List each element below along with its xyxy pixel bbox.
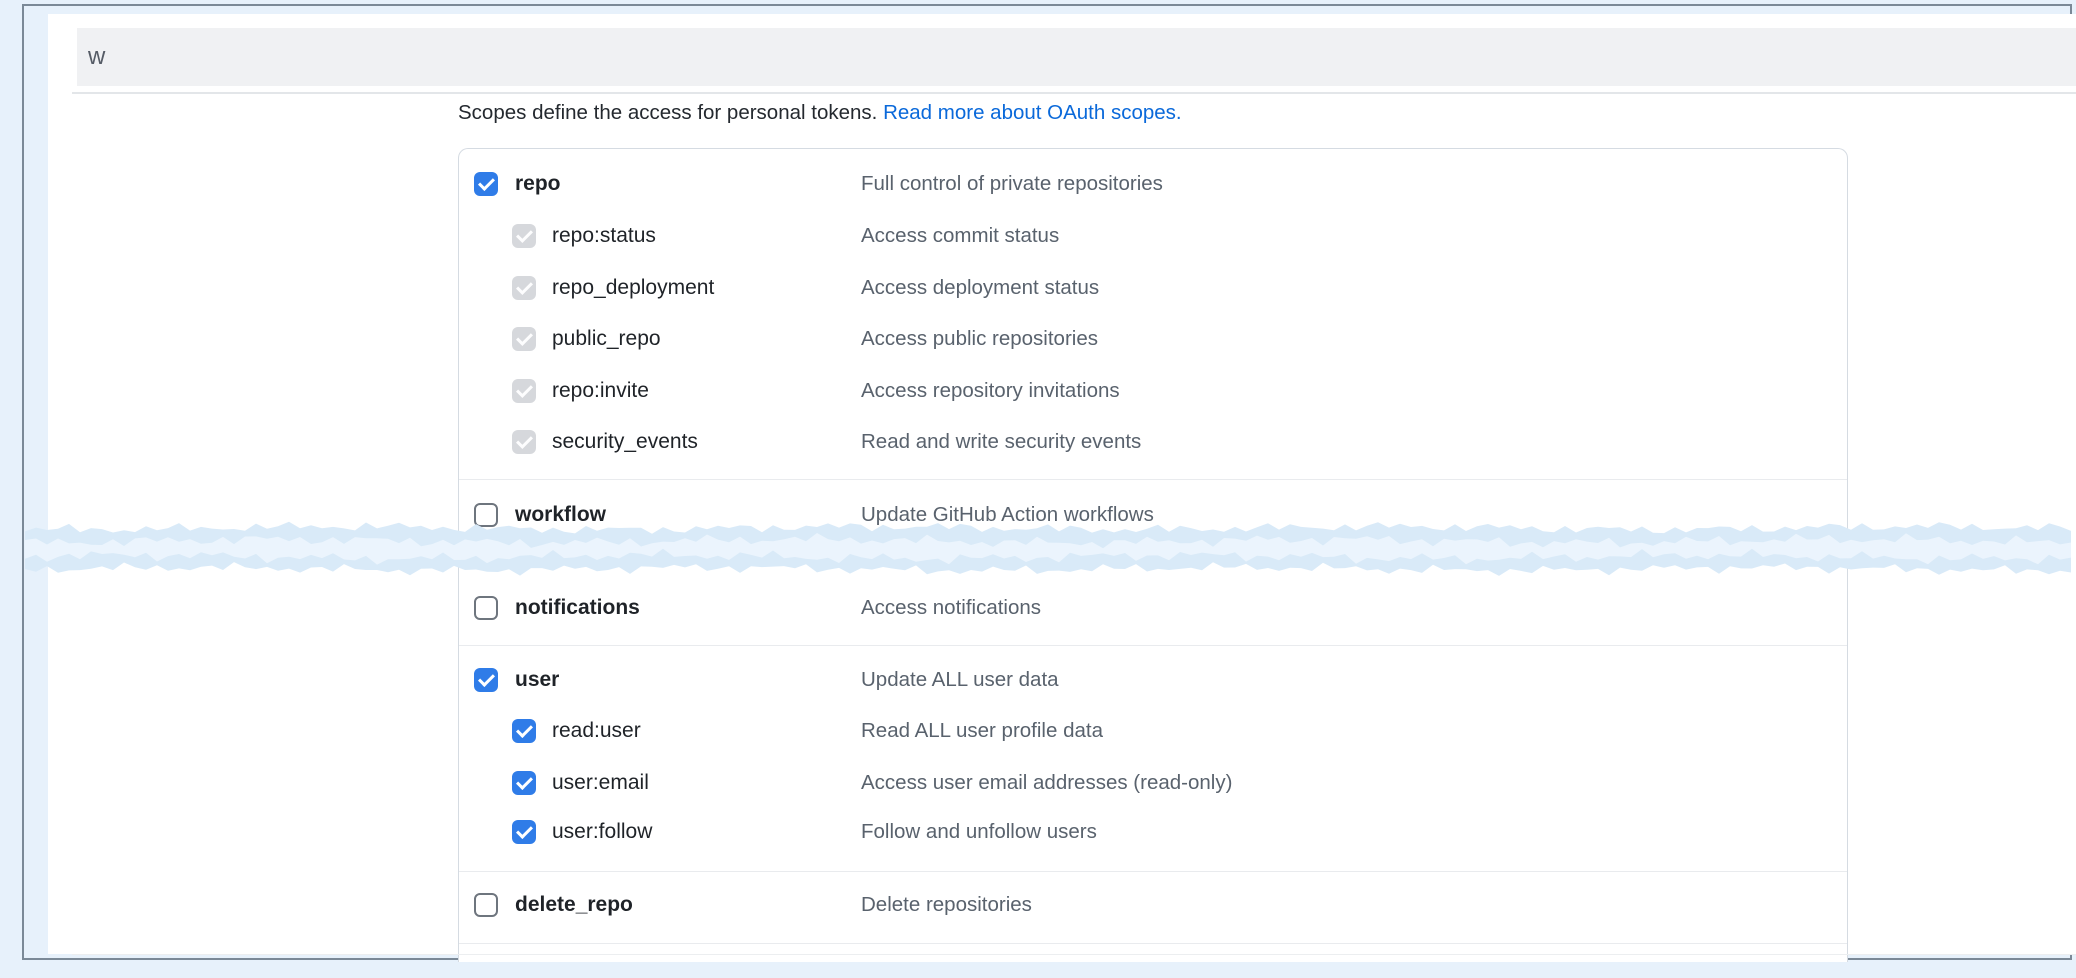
scope-name: notifications <box>515 595 640 621</box>
scope-description: Access commit status <box>861 223 1059 249</box>
scope-name: security_events <box>552 429 698 455</box>
scope-row-user-email: user:email Access user email addresses (… <box>459 770 1847 796</box>
row-divider <box>459 645 1847 646</box>
checkbox-delete-repo[interactable] <box>474 893 498 917</box>
checkbox-workflow[interactable] <box>474 503 498 527</box>
scopes-intro-sentence: Scopes define the access for personal to… <box>458 101 883 124</box>
scope-row-public-repo: public_repo Access public repositories <box>459 326 1847 352</box>
scope-name: user:email <box>552 770 649 796</box>
checkbox-security-events[interactable] <box>512 430 536 454</box>
scope-row-repo-status: repo:status Access commit status <box>459 223 1847 249</box>
scope-name: user:follow <box>552 819 652 845</box>
scopes-intro-text: Scopes define the access for personal to… <box>458 100 1182 126</box>
scope-row-user: user Update ALL user data <box>459 667 1847 693</box>
row-divider <box>459 479 1847 480</box>
checkbox-notifications[interactable] <box>474 596 498 620</box>
checkbox-user-follow[interactable] <box>512 820 536 844</box>
content-bottom-divider <box>72 954 2076 955</box>
browser-window-frame: w Scopes define the access for personal … <box>22 4 2072 960</box>
scope-row-repo-deployment: repo_deployment Access deployment status <box>459 275 1847 301</box>
row-divider <box>459 943 1847 944</box>
scope-name: workflow <box>515 502 606 528</box>
scope-description: Access user email addresses (read-only) <box>861 770 1232 796</box>
scope-description: Follow and unfollow users <box>861 819 1097 845</box>
checkbox-read-user[interactable] <box>512 719 536 743</box>
scopes-list-box: repo Full control of private repositorie… <box>458 148 1848 962</box>
scope-description: Access deployment status <box>861 275 1099 301</box>
row-divider <box>459 871 1847 872</box>
scope-name: repo_deployment <box>552 275 714 301</box>
scope-row-security-events: security_events Read and write security … <box>459 429 1847 455</box>
checkbox-repo-invite[interactable] <box>512 379 536 403</box>
checkbox-repo-status[interactable] <box>512 224 536 248</box>
scope-name: delete_repo <box>515 892 633 918</box>
scope-name: read:user <box>552 718 641 744</box>
scope-row-notifications: notifications Access notifications <box>459 595 1847 621</box>
checkbox-repo-deployment[interactable] <box>512 276 536 300</box>
page: w Scopes define the access for personal … <box>0 0 2076 978</box>
scope-description: Full control of private repositories <box>861 171 1163 197</box>
oauth-scopes-link[interactable]: Read more about OAuth scopes. <box>883 101 1182 124</box>
scope-description: Read ALL user profile data <box>861 718 1103 744</box>
scope-name: public_repo <box>552 326 661 352</box>
scope-description: Delete repositories <box>861 892 1032 918</box>
scope-row-repo-invite: repo:invite Access repository invitation… <box>459 378 1847 404</box>
scope-description: Access public repositories <box>861 326 1098 352</box>
tab-label: w <box>88 28 105 86</box>
scope-row-delete-repo: delete_repo Delete repositories <box>459 892 1847 918</box>
page-content: w Scopes define the access for personal … <box>48 14 2076 954</box>
scope-name: repo:invite <box>552 378 649 404</box>
tab-header-bar: w <box>77 28 2076 86</box>
scope-description: Access repository invitations <box>861 378 1120 404</box>
scope-description: Read and write security events <box>861 429 1141 455</box>
header-divider <box>72 92 2076 94</box>
scope-description: Update ALL user data <box>861 667 1059 693</box>
scope-name: user <box>515 667 559 693</box>
scope-description: Update GitHub Action workflows <box>861 502 1154 528</box>
scope-description: Access notifications <box>861 595 1041 621</box>
scope-row-repo: repo Full control of private repositorie… <box>459 171 1847 197</box>
scope-row-workflow: workflow Update GitHub Action workflows <box>459 502 1847 528</box>
checkbox-public-repo[interactable] <box>512 327 536 351</box>
scope-row-read-user: read:user Read ALL user profile data <box>459 718 1847 744</box>
scope-name: repo <box>515 171 561 197</box>
checkbox-repo[interactable] <box>474 172 498 196</box>
scope-row-user-follow: user:follow Follow and unfollow users <box>459 819 1847 845</box>
checkbox-user[interactable] <box>474 668 498 692</box>
checkbox-user-email[interactable] <box>512 771 536 795</box>
scope-name: repo:status <box>552 223 656 249</box>
